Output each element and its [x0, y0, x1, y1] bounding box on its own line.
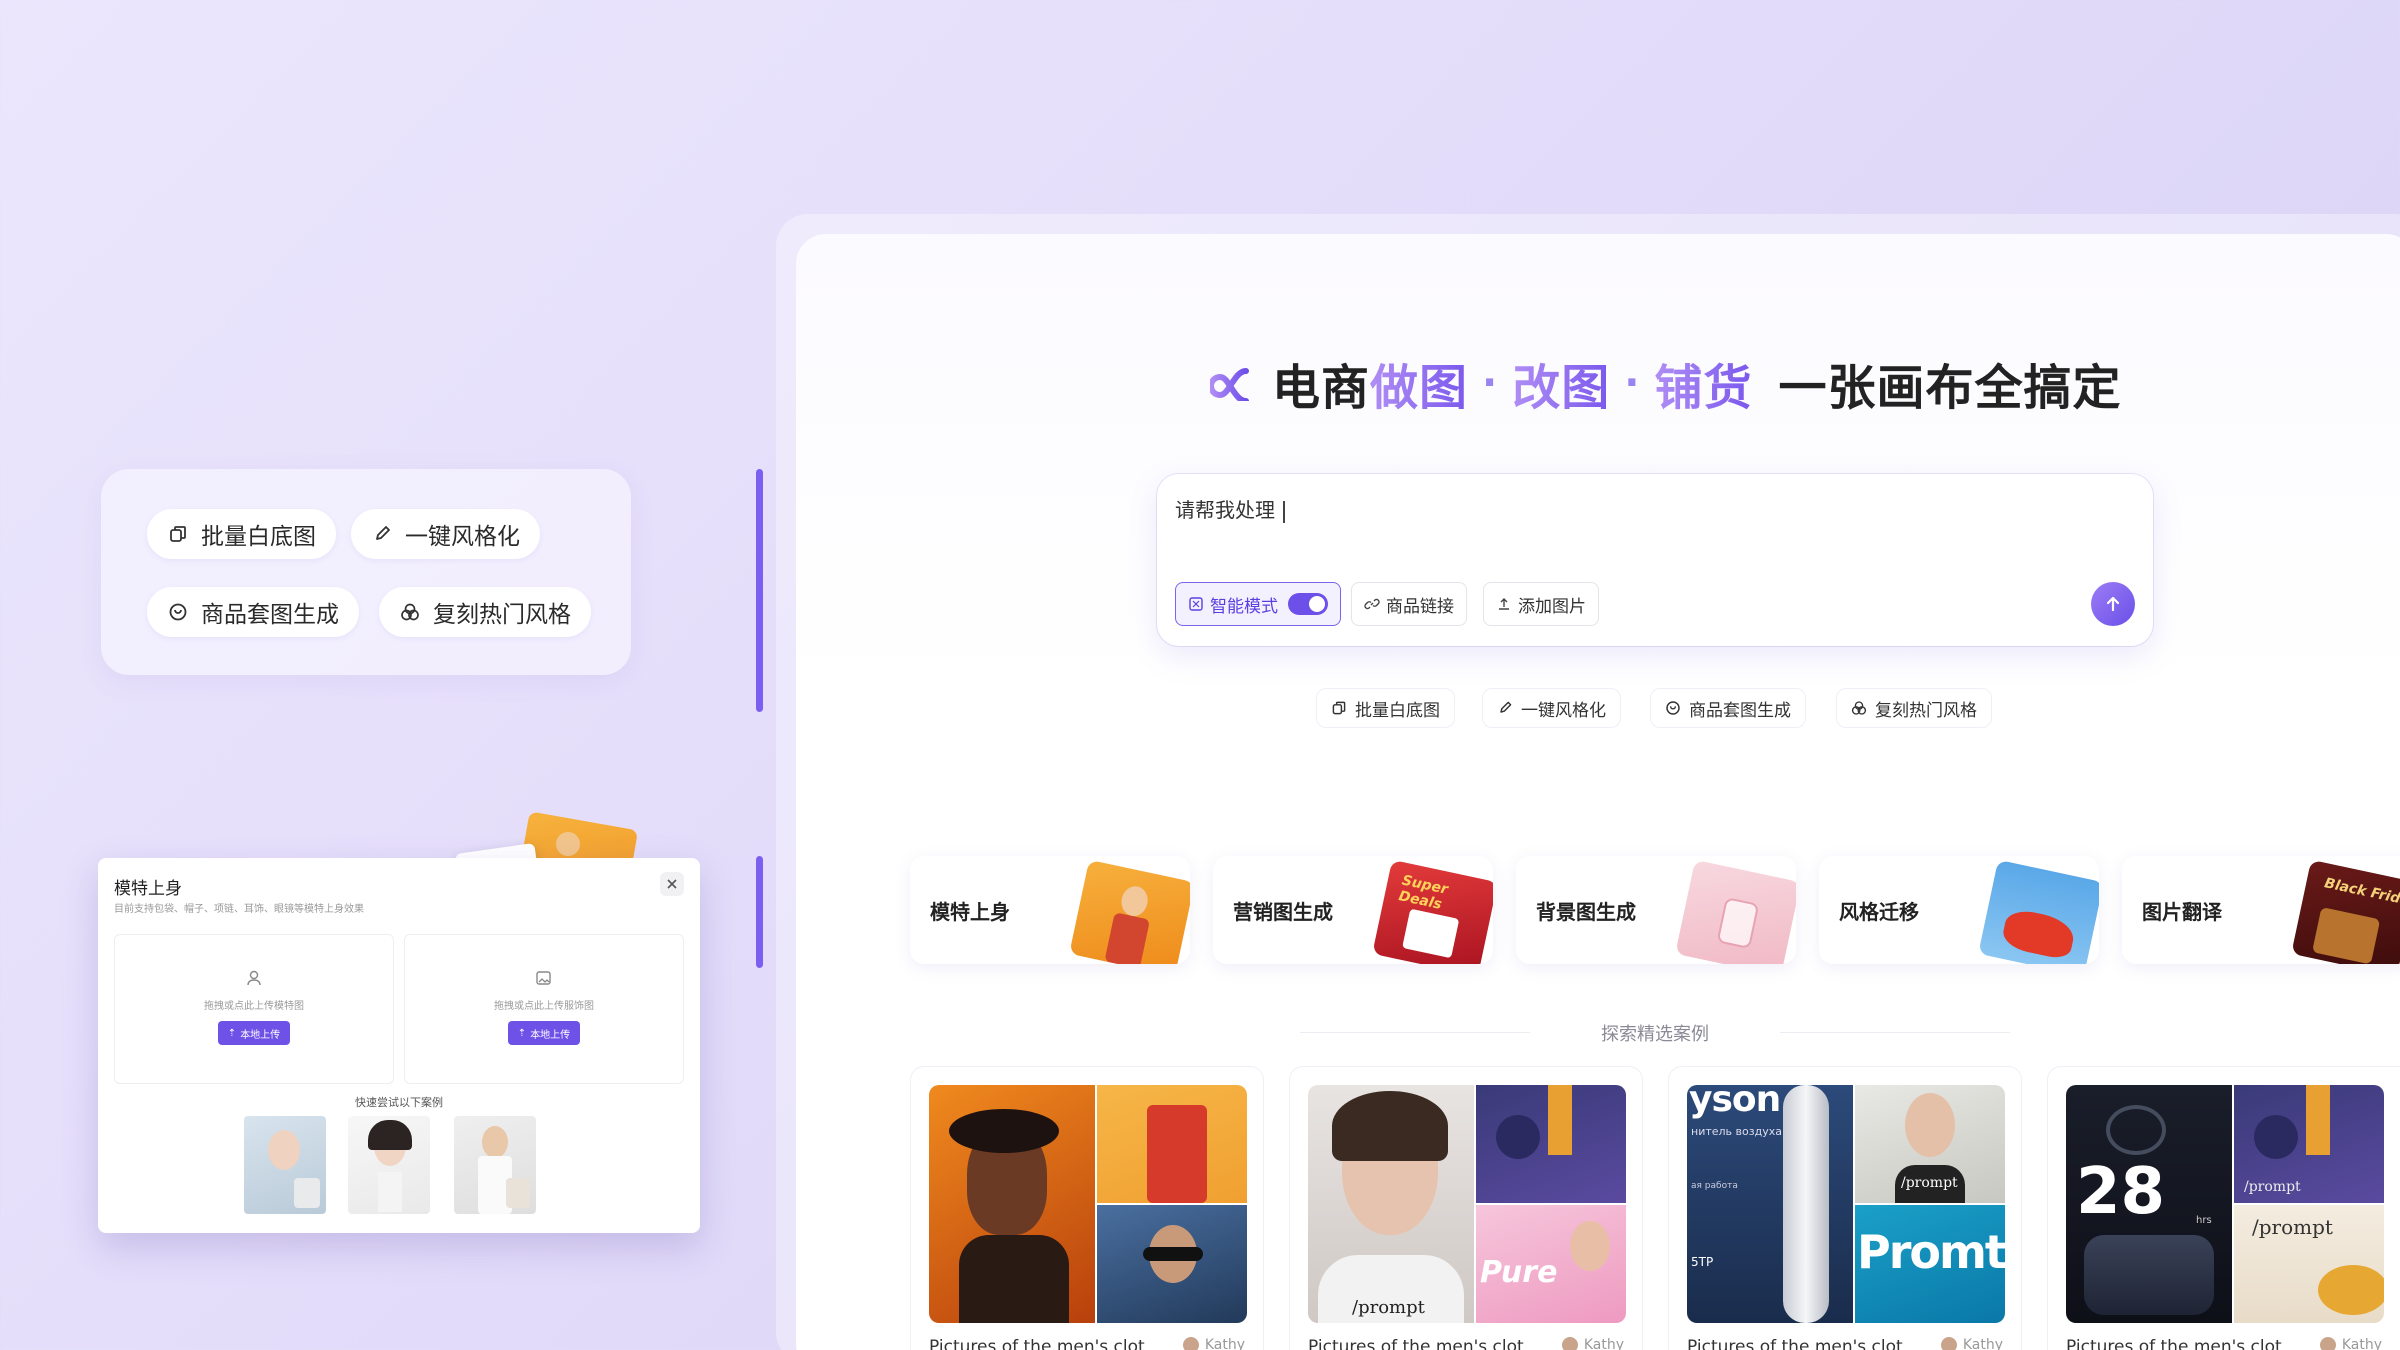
case-caption: Pictures of the men's clot: [2066, 1337, 2282, 1350]
chip-one-click-style[interactable]: 一键风格化: [351, 509, 540, 559]
case-caption: Pictures of the men's clot: [1687, 1337, 1903, 1350]
feature-card-background[interactable]: 背景图生成: [1516, 856, 1796, 964]
dialog-subtitle: 目前支持包袋、帽子、项链、耳饰、眼镜等模特上身效果: [114, 904, 364, 915]
feature-art: Black Friday: [2291, 859, 2400, 964]
user-icon: [245, 969, 263, 991]
feature-card-style-transfer[interactable]: 风格迁移: [1819, 856, 2099, 964]
dialog-title: 模特上身: [114, 879, 182, 899]
chip-batch-white-bg[interactable]: 批量白底图: [147, 509, 336, 559]
smart-mode-toggle[interactable]: 智能模式: [1175, 582, 1341, 626]
upload-model-area[interactable]: 拖拽或点此上传模特图 ⇡ 本地上传: [114, 934, 394, 1084]
case-author: Kathy: [1561, 1337, 1624, 1350]
case-author: Kathy: [2319, 1337, 2382, 1350]
example-thumb[interactable]: [454, 1116, 536, 1214]
product-link-button[interactable]: 商品链接: [1351, 582, 1467, 626]
accent-bar-top: [756, 469, 763, 712]
case-card[interactable]: Pictures of the men's clot Kathy: [910, 1066, 1264, 1350]
upload-product-hint: 拖拽或点此上传服饰图: [494, 1001, 594, 1012]
prompt-input-box[interactable]: 请帮我处理 智能模式 商品链接 添加图片: [1157, 474, 2153, 646]
upload-icon: ⇡: [517, 1027, 527, 1039]
chip-product-set[interactable]: 商品套图生成: [147, 587, 359, 637]
chip-replicate-style[interactable]: 复刻热门风格: [379, 587, 591, 637]
quick-chip-one-click-style[interactable]: 一键风格化: [1482, 688, 1621, 728]
prompt-input[interactable]: 请帮我处理: [1175, 494, 1285, 523]
feature-card-model-tryon[interactable]: 模特上身: [910, 856, 1190, 964]
upload-product-button[interactable]: ⇡ 本地上传: [508, 1021, 580, 1045]
layers-icon: [167, 523, 189, 545]
brand-logo-icon: [1210, 365, 1262, 401]
upload-model-hint: 拖拽或点此上传模特图: [204, 1001, 304, 1012]
avatar: [2319, 1337, 2336, 1350]
feature-chips-panel: 批量白底图 一键风格化 商品套图生成 复刻热门风格: [101, 469, 631, 675]
case-author: Kathy: [1940, 1337, 2003, 1350]
try-examples-label: 快速尝试以下案例: [355, 1096, 443, 1109]
link-icon: [1364, 596, 1380, 612]
sparkle-icon: [399, 601, 421, 623]
case-card[interactable]: yson нитель воздуха ая работа 5TP /promp…: [1668, 1066, 2022, 1350]
case-card[interactable]: /prompt Pure Pictures of the men's clot …: [1289, 1066, 1643, 1350]
image-add-icon: [535, 969, 553, 991]
case-image-collage: yson нитель воздуха ая работа 5TP /promp…: [1687, 1085, 2005, 1323]
sparkle-icon: [1851, 700, 1867, 716]
upload-product-area[interactable]: 拖拽或点此上传服饰图 ⇡ 本地上传: [404, 934, 684, 1084]
feature-card-marketing[interactable]: 营销图生成 Super Deals: [1213, 856, 1493, 964]
case-image-collage: /prompt Pure: [1308, 1085, 1626, 1323]
feature-art: [1978, 859, 2099, 964]
upload-model-button[interactable]: ⇡ 本地上传: [218, 1021, 290, 1045]
model-tryon-dialog: 模特上身 目前支持包袋、帽子、项链、耳饰、眼镜等模特上身效果 拖拽或点此上传模特…: [98, 858, 700, 1233]
quick-chip-product-set[interactable]: 商品套图生成: [1650, 688, 1806, 728]
avatar: [1561, 1337, 1578, 1350]
quick-chip-replicate-style[interactable]: 复刻热门风格: [1836, 688, 1992, 728]
close-button[interactable]: [660, 872, 684, 896]
bag-icon: [1665, 700, 1681, 716]
brush-icon: [371, 523, 393, 545]
quick-chip-batch-white-bg[interactable]: 批量白底图: [1316, 688, 1455, 728]
accent-bar-bottom: [756, 856, 763, 968]
feature-art: Super Deals: [1372, 859, 1493, 964]
avatar: [1182, 1337, 1199, 1350]
feature-art: [1675, 859, 1796, 964]
case-card[interactable]: 28 hrs /prompt /prompt Pictures of the m…: [2047, 1066, 2400, 1350]
upload-icon: [1496, 596, 1512, 612]
layers-icon: [1331, 700, 1347, 716]
upload-icon: ⇡: [227, 1027, 237, 1039]
text-caret: [1283, 500, 1285, 523]
add-image-button[interactable]: 添加图片: [1483, 582, 1599, 626]
section-title-featured-cases: 探索精选案例: [1300, 1020, 2010, 1046]
case-image-collage: [929, 1085, 1247, 1323]
case-image-collage: 28 hrs /prompt /prompt: [2066, 1085, 2384, 1323]
brush-icon: [1497, 700, 1513, 716]
feature-card-image-translate[interactable]: 图片翻译 Black Friday: [2122, 856, 2400, 964]
avatar: [1940, 1337, 1957, 1350]
example-thumb[interactable]: [244, 1116, 326, 1214]
feature-art: [1069, 859, 1190, 964]
page-headline: 电商 做图 · 改图 · 铺货 一张画布全搞定: [1210, 352, 2121, 416]
example-thumb[interactable]: [348, 1116, 430, 1214]
close-icon: [666, 875, 678, 894]
grid-icon: [1188, 596, 1204, 612]
arrow-up-icon: [2103, 594, 2123, 614]
toggle-switch[interactable]: [1288, 593, 1328, 615]
send-button[interactable]: [2091, 582, 2135, 626]
case-caption: Pictures of the men's clot: [1308, 1337, 1524, 1350]
case-author: Kathy: [1182, 1337, 1245, 1350]
case-caption: Pictures of the men's clot: [929, 1337, 1145, 1350]
bag-icon: [167, 601, 189, 623]
